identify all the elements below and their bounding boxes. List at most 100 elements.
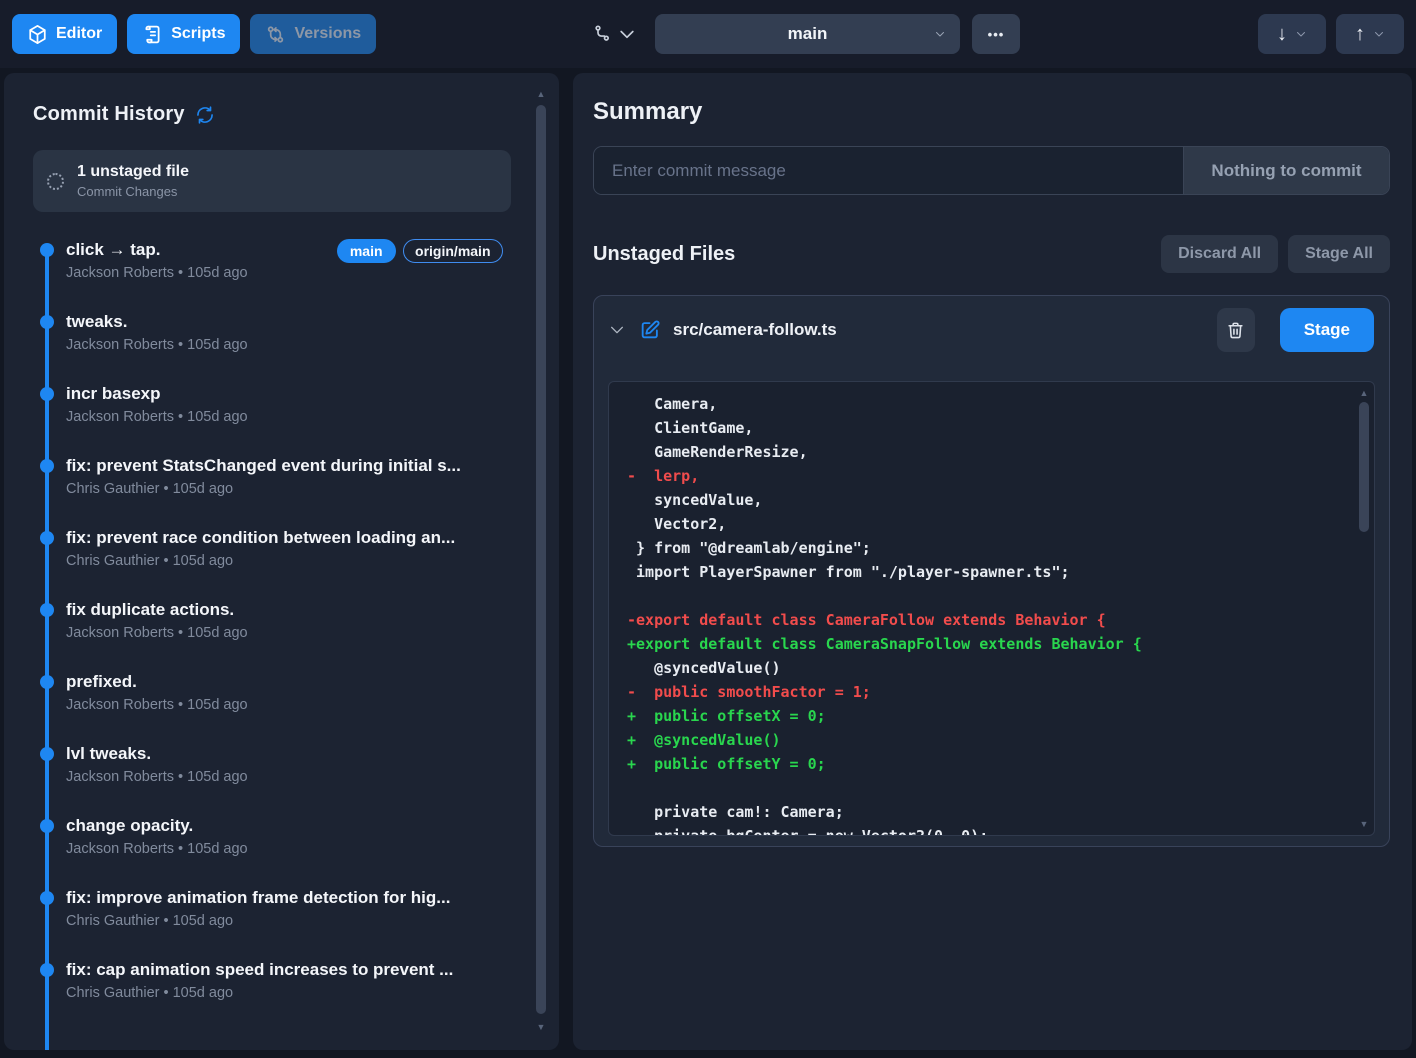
diff-line: @syncedValue() — [627, 656, 1346, 680]
main-nav: Editor Scripts Versions — [12, 14, 376, 54]
pull-button[interactable]: ↓ — [1258, 14, 1326, 54]
diff-line: + @syncedValue() — [627, 728, 1346, 752]
diff-line — [627, 584, 1346, 608]
commit-item[interactable]: incr basexp Jackson Roberts • 105d ago — [33, 382, 511, 454]
commit-item[interactable]: fix: cap animation speed increases to pr… — [33, 958, 511, 1030]
modified-file-icon — [639, 319, 661, 341]
branch-badge: origin/main — [403, 239, 503, 263]
commit-item[interactable]: prefixed. Jackson Roberts • 105d ago — [33, 670, 511, 742]
commit-item[interactable]: fix: prevent StatsChanged event during i… — [33, 454, 511, 526]
versions-icon — [265, 24, 286, 45]
branch-select[interactable]: main — [655, 14, 960, 54]
scrollbar-thumb[interactable] — [536, 105, 546, 1014]
commit-title: tweaks. — [66, 310, 511, 334]
commit-item[interactable]: fix: improve animation frame detection f… — [33, 886, 511, 958]
unstaged-summary-card[interactable]: 1 unstaged file Commit Changes — [33, 150, 511, 212]
file-card-header: src/camera-follow.ts Stage — [594, 296, 1389, 364]
scroll-down-icon[interactable] — [532, 1020, 550, 1034]
commit-item[interactable]: click → tap. Jackson Roberts • 105d ago … — [33, 238, 511, 310]
commit-list-scrollbar[interactable] — [532, 87, 550, 1034]
sync-controls: ↓ ↑ — [1258, 14, 1404, 54]
push-button[interactable]: ↑ — [1336, 14, 1404, 54]
scroll-up-icon[interactable] — [1355, 386, 1373, 400]
commit-dot-icon — [40, 459, 54, 473]
commit-item[interactable]: tweaks. Jackson Roberts • 105d ago — [33, 310, 511, 382]
discard-all-button[interactable]: Discard All — [1161, 235, 1278, 273]
tab-versions-label: Versions — [294, 25, 361, 43]
commit-meta: Chris Gauthier • 105d ago — [66, 479, 511, 500]
git-branch-icon — [593, 24, 613, 44]
unstaged-count: 1 unstaged file — [77, 163, 189, 181]
summary-panel: Summary Nothing to commit Unstaged Files… — [573, 73, 1412, 1050]
diff-line: + public offsetY = 0; — [627, 752, 1346, 776]
tab-scripts-label: Scripts — [171, 25, 225, 43]
diff-line: +export default class CameraSnapFollow e… — [627, 632, 1346, 656]
commit-item[interactable]: lvl tweaks. Jackson Roberts • 105d ago — [33, 742, 511, 814]
commit-button[interactable]: Nothing to commit — [1183, 147, 1389, 194]
stage-file-button[interactable]: Stage — [1280, 308, 1374, 352]
diff-line: GameRenderResize, — [627, 440, 1346, 464]
commit-title: fix: prevent StatsChanged event during i… — [66, 454, 511, 478]
chevron-down-icon — [1295, 28, 1307, 40]
scroll-down-icon[interactable] — [1355, 817, 1373, 831]
branch-select-value: main — [788, 24, 828, 44]
diff-line — [627, 776, 1346, 800]
tab-editor[interactable]: Editor — [12, 14, 117, 54]
commit-changes-label: Commit Changes — [77, 184, 189, 199]
commit-meta: Chris Gauthier • 105d ago — [66, 983, 511, 1004]
diff-line: - public smoothFactor = 1; — [627, 680, 1346, 704]
stage-all-button[interactable]: Stage All — [1288, 235, 1390, 273]
commit-meta: Jackson Roberts • 105d ago — [66, 335, 511, 356]
commit-dot-icon — [40, 747, 54, 761]
scroll-up-icon[interactable] — [532, 87, 550, 101]
commit-meta: Jackson Roberts • 105d ago — [66, 407, 511, 428]
diff-lines: Camera, ClientGame, GameRenderResize, - … — [609, 382, 1374, 836]
collapse-chevron-icon[interactable] — [609, 322, 625, 338]
diff-line: ClientGame, — [627, 416, 1346, 440]
summary-title: Summary — [593, 98, 1390, 126]
commit-dot-icon — [40, 819, 54, 833]
branch-menu-trigger[interactable] — [593, 14, 637, 54]
chevron-down-icon — [934, 28, 946, 40]
scroll-icon — [142, 24, 163, 45]
commit-history-title: Commit History — [33, 103, 185, 126]
discard-file-button[interactable] — [1217, 308, 1255, 352]
diff-line: private cam!: Camera; — [627, 800, 1346, 824]
commit-list: click → tap. Jackson Roberts • 105d ago … — [33, 238, 511, 1030]
commit-item[interactable]: change opacity. Jackson Roberts • 105d a… — [33, 814, 511, 886]
commit-dot-icon — [40, 315, 54, 329]
arrow-up-icon: ↑ — [1355, 24, 1365, 44]
commit-title: change opacity. — [66, 814, 511, 838]
commit-dot-icon — [40, 963, 54, 977]
commit-title: fix: prevent race condition between load… — [66, 526, 511, 550]
diff-line: private bgCenter = new Vector2(0, 0); — [627, 824, 1346, 836]
unstaged-file-card: src/camera-follow.ts Stage — [593, 295, 1390, 847]
commit-title: lvl tweaks. — [66, 742, 511, 766]
unstaged-files-title: Unstaged Files — [593, 243, 1151, 266]
commit-item[interactable]: fix duplicate actions. Jackson Roberts •… — [33, 598, 511, 670]
diff-scrollbar[interactable] — [1355, 386, 1373, 831]
tab-versions[interactable]: Versions — [250, 14, 376, 54]
commit-title: fix: improve animation frame detection f… — [66, 886, 511, 910]
topbar: Editor Scripts Versions — [0, 0, 1416, 68]
more-actions-button[interactable]: ••• — [972, 14, 1020, 54]
chevron-down-icon — [1373, 28, 1385, 40]
versions-page: Editor Scripts Versions — [0, 0, 1416, 1058]
diff-line: } from "@dreamlab/engine"; — [627, 536, 1346, 560]
commit-message-input[interactable] — [594, 147, 1183, 194]
spinner-icon — [47, 173, 64, 190]
commit-title: fix: cap animation speed increases to pr… — [66, 958, 511, 982]
commit-title: prefixed. — [66, 670, 511, 694]
diff-line: import PlayerSpawner from "./player-spaw… — [627, 560, 1346, 584]
diff-line: + public offsetX = 0; — [627, 704, 1346, 728]
branch-badge: main — [337, 239, 396, 263]
scrollbar-thumb[interactable] — [1359, 402, 1369, 532]
commit-item[interactable]: fix: prevent race condition between load… — [33, 526, 511, 598]
commit-meta: Chris Gauthier • 105d ago — [66, 911, 511, 932]
commit-dot-icon — [40, 603, 54, 617]
unstaged-files-header: Unstaged Files Discard All Stage All — [593, 235, 1390, 273]
tab-scripts[interactable]: Scripts — [127, 14, 240, 54]
commit-dot-icon — [40, 675, 54, 689]
refresh-icon[interactable] — [195, 105, 215, 125]
chevron-down-icon — [617, 24, 637, 44]
